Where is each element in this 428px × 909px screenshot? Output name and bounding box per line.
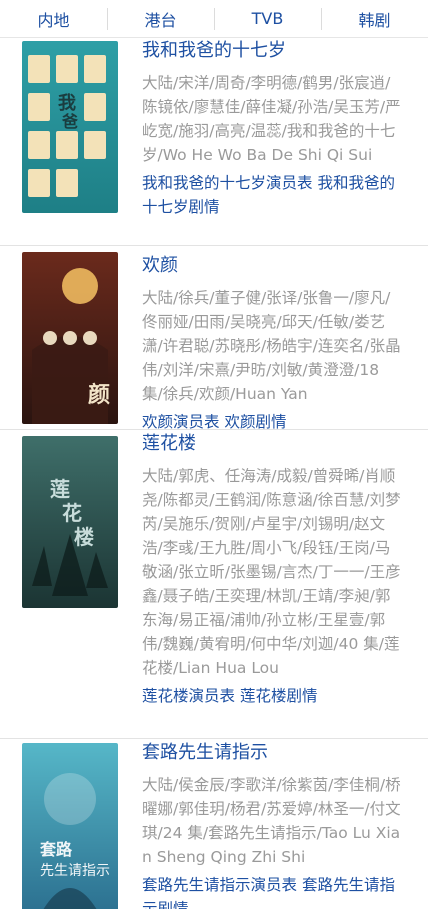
item-links: 莲花楼演员表 莲花楼剧情 [142, 684, 404, 708]
item-title[interactable]: 套路先生请指示 [142, 741, 404, 765]
cast-link[interactable]: 我和我爸的十七岁演员表 [142, 174, 313, 192]
item-links: 套路先生请指示演员表 套路先生请指示剧情 [142, 873, 404, 909]
category-tabs: 内地 港台 TVB 韩剧 [0, 0, 428, 38]
cast-link[interactable]: 套路先生请指示演员表 [142, 876, 297, 894]
item-desc: 大陆/郭虎、任海涛/成毅/曾舜晞/肖顺尧/陈都灵/王鹤润/陈意涵/徐百慧/刘梦芮… [142, 467, 401, 677]
list-item: 莲 花 楼 莲花楼 大陆/郭虎、任海涛/成毅/曾舜晞/肖顺尧/陈都灵/王鹤润/陈… [0, 430, 428, 739]
item-links: 我和我爸的十七岁演员表 我和我爸的十七岁剧情 [142, 171, 404, 219]
list-item: 套路 先生请指示 套路先生请指示 大陆/侯金辰/李歌洋/徐紫茵/李佳桐/桥曜娜/… [0, 739, 428, 909]
cast-link[interactable]: 莲花楼演员表 [142, 687, 235, 705]
tab-korean[interactable]: 韩剧 [321, 0, 428, 37]
poster-image[interactable]: 套路 先生请指示 [22, 743, 118, 909]
item-title[interactable]: 莲花楼 [142, 432, 404, 456]
info: 莲花楼 大陆/郭虎、任海涛/成毅/曾舜晞/肖顺尧/陈都灵/王鹤润/陈意涵/徐百慧… [142, 432, 404, 708]
svg-text:莲: 莲 [50, 477, 70, 501]
svg-text:颜: 颜 [88, 382, 110, 408]
item-desc: 大陆/侯金辰/李歌洋/徐紫茵/李佳桐/桥曜娜/郭佳玥/杨君/苏爱婷/林圣一/付文… [142, 776, 401, 866]
page: 内地 港台 TVB 韩剧 我 爸 我和我爸的十七岁 大陆/宋洋/周奇/李明德/鹤… [0, 0, 428, 909]
poster-image[interactable]: 莲 花 楼 [22, 436, 118, 608]
tab-tvb[interactable]: TVB [214, 0, 321, 37]
info: 欢颜 大陆/徐兵/董子健/张译/张鲁一/廖凡/佟丽娅/田雨/吴晓亮/邱天/任敏/… [142, 254, 404, 434]
tab-hk-tw[interactable]: 港台 [107, 0, 214, 37]
svg-text:楼: 楼 [74, 525, 94, 549]
svg-text:我: 我 [58, 93, 76, 114]
tab-mainland[interactable]: 内地 [0, 0, 107, 37]
svg-text:先生请指示: 先生请指示 [40, 863, 110, 879]
item-desc: 大陆/徐兵/董子健/张译/张鲁一/廖凡/佟丽娅/田雨/吴晓亮/邱天/任敏/娄艺潇… [142, 289, 401, 403]
poster-image[interactable]: 颜 [22, 252, 118, 424]
item-title[interactable]: 我和我爸的十七岁 [142, 39, 404, 63]
svg-text:爸: 爸 [61, 112, 78, 131]
svg-text:套路: 套路 [39, 840, 73, 859]
info: 套路先生请指示 大陆/侯金辰/李歌洋/徐紫茵/李佳桐/桥曜娜/郭佳玥/杨君/苏爱… [142, 741, 404, 909]
list-item: 我 爸 我和我爸的十七岁 大陆/宋洋/周奇/李明德/鹤男/张宸逍/陈镜依/廖慧佳… [0, 37, 428, 246]
info: 我和我爸的十七岁 大陆/宋洋/周奇/李明德/鹤男/张宸逍/陈镜依/廖慧佳/薛佳凝… [142, 39, 404, 219]
plot-link[interactable]: 欢颜剧情 [224, 413, 286, 431]
poster-image[interactable]: 我 爸 [22, 41, 118, 213]
svg-text:花: 花 [62, 501, 82, 525]
list-item: 颜 欢颜 大陆/徐兵/董子健/张译/张鲁一/廖凡/佟丽娅/田雨/吴晓亮/邱天/任… [0, 246, 428, 431]
item-title[interactable]: 欢颜 [142, 254, 404, 278]
drama-list: 我 爸 我和我爸的十七岁 大陆/宋洋/周奇/李明德/鹤男/张宸逍/陈镜依/廖慧佳… [0, 37, 428, 909]
cast-link[interactable]: 欢颜演员表 [142, 413, 220, 431]
item-desc: 大陆/宋洋/周奇/李明德/鹤男/张宸逍/陈镜依/廖慧佳/薛佳凝/孙浩/吴玉芳/严… [142, 74, 401, 164]
plot-link[interactable]: 莲花楼剧情 [240, 687, 318, 705]
